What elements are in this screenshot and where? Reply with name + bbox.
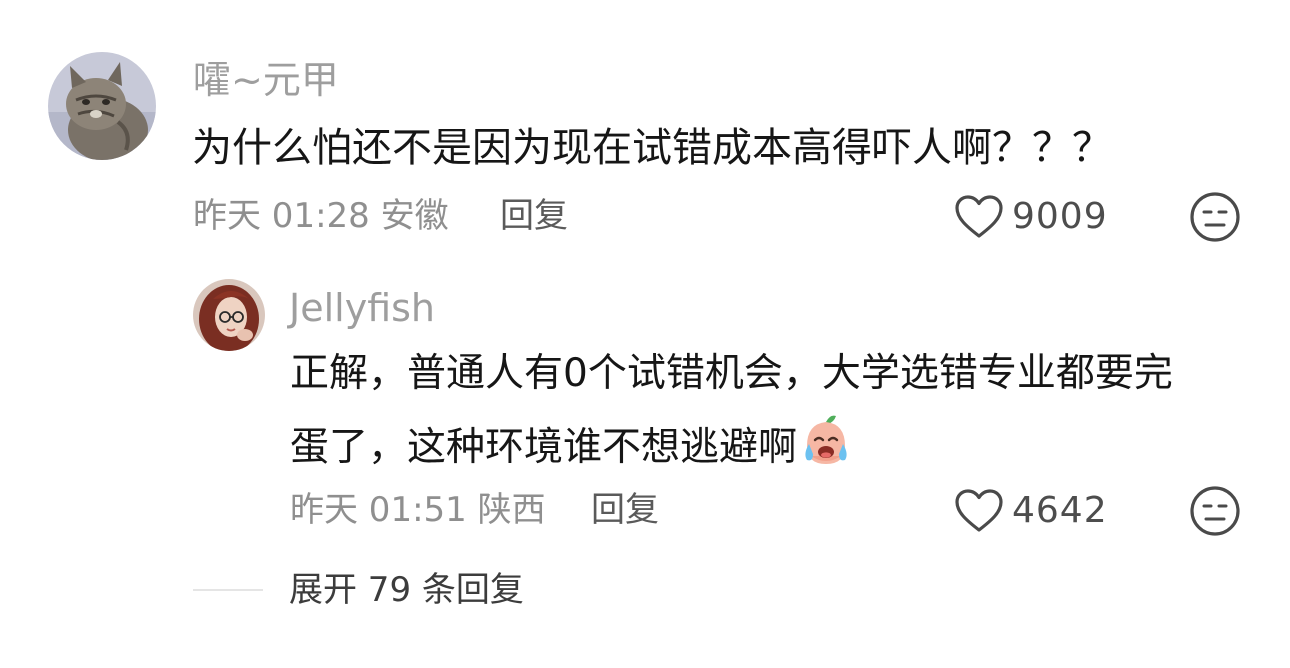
user-avatar[interactable] [193, 279, 265, 351]
username[interactable]: 嚯~元甲 [193, 58, 339, 102]
neutral-face-icon [1190, 192, 1240, 242]
reply-button[interactable]: 回复 [591, 490, 659, 530]
user-avatar[interactable] [48, 52, 156, 160]
comment-text: 为什么怕还不是因为现在试错成本高得吓人啊？？？ [192, 125, 1112, 171]
reply-time: 昨天 01:51 [290, 490, 467, 530]
comment-item: 嚯~元甲 为什么怕还不是因为现在试错成本高得吓人啊？？？ 昨天 01:28 安徽… [0, 0, 1290, 260]
reply-text-line-2: 蛋了，这种环境谁不想逃避啊 [290, 412, 855, 472]
expand-divider [193, 589, 263, 591]
reply-text-line-2-content: 蛋了，这种环境谁不想逃避啊 [290, 425, 798, 470]
like-button[interactable]: 4642 [954, 488, 1108, 534]
like-button[interactable]: 9009 [954, 194, 1108, 240]
neutral-face-icon [1190, 486, 1240, 536]
dislike-button[interactable] [1189, 485, 1241, 541]
reply-text-line-1: 正解，普通人有0个试错机会，大学选错专业都要完 [290, 351, 1173, 396]
comment-meta: 昨天 01:28 安徽 [193, 196, 449, 236]
cat-avatar-icon [48, 52, 156, 160]
reply-meta: 昨天 01:51 陕西 [290, 490, 546, 530]
comment-time: 昨天 01:28 [193, 196, 370, 236]
heart-icon [955, 195, 1003, 238]
reply-location: 陕西 [477, 490, 546, 530]
woman-avatar-icon [193, 279, 265, 351]
crying-peach-emoji-icon [797, 412, 855, 470]
reply-item: Jellyfish 正解，普通人有0个试错机会，大学选错专业都要完 蛋了，这种环… [0, 260, 1290, 560]
comment-location: 安徽 [380, 196, 449, 236]
reply-button[interactable]: 回复 [500, 196, 568, 236]
heart-icon [955, 489, 1003, 532]
username[interactable]: Jellyfish [289, 286, 435, 330]
like-count: 4642 [1012, 490, 1108, 531]
like-count: 9009 [1012, 196, 1108, 237]
expand-replies-button[interactable]: 展开 79 条回复 [289, 570, 524, 610]
dislike-button[interactable] [1189, 191, 1241, 247]
